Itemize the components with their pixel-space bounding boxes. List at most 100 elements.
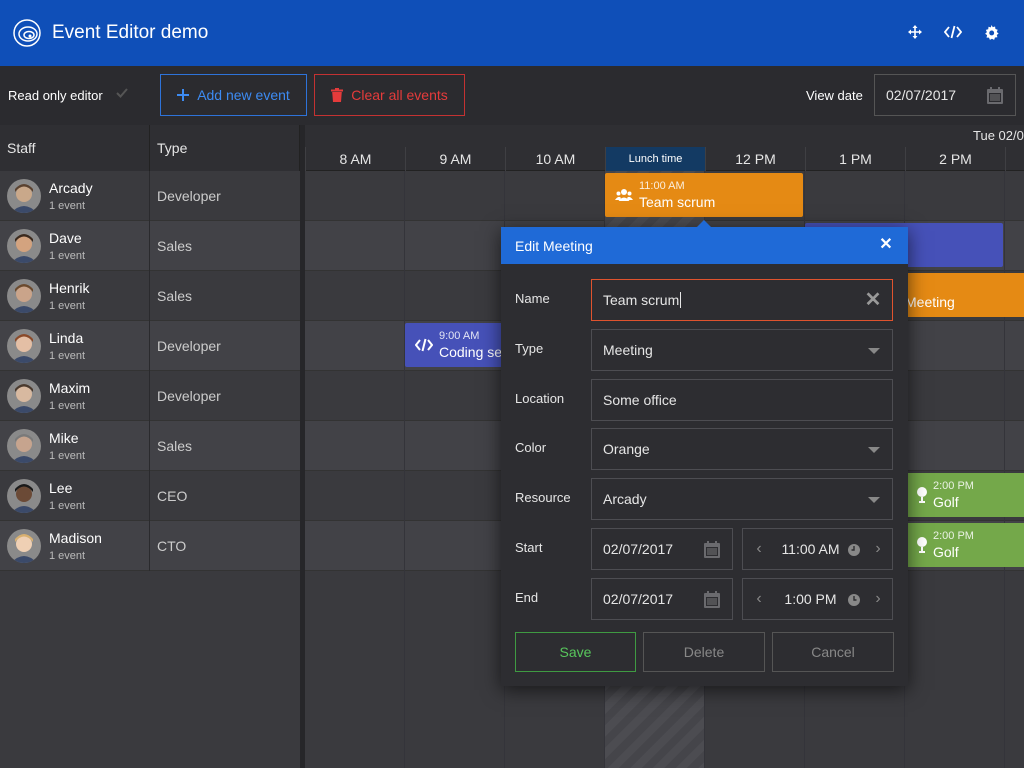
event-time: 9:00 AM bbox=[439, 330, 480, 342]
date-header-label: Tue 02/07/2017 bbox=[973, 128, 1024, 143]
add-event-button[interactable]: Add new event bbox=[160, 74, 307, 116]
avatar bbox=[7, 479, 41, 513]
start-date-field[interactable]: 02/07/2017 bbox=[591, 528, 733, 570]
table-row[interactable]: Linda 1 event Developer bbox=[0, 321, 300, 371]
dialog-header: Edit Meeting ✕ bbox=[501, 227, 908, 264]
clear-icon[interactable]: ✕ bbox=[864, 290, 882, 310]
chevron-left-icon[interactable]: ‹ bbox=[751, 541, 767, 557]
table-row[interactable]: Dave 1 event Sales bbox=[0, 221, 300, 271]
dialog-anchor-arrow bbox=[697, 220, 711, 227]
code-icon bbox=[415, 338, 433, 352]
clock-icon bbox=[848, 544, 860, 556]
staff-event-count: 1 event bbox=[49, 300, 86, 312]
view-date-value: 02/07/2017 bbox=[886, 87, 957, 103]
time-header-cell: 1 PM bbox=[805, 147, 905, 171]
table-row[interactable]: Henrik 1 event Sales bbox=[0, 271, 300, 321]
end-date-field[interactable]: 02/07/2017 bbox=[591, 578, 733, 620]
calendar-icon[interactable] bbox=[704, 591, 720, 608]
staff-event-count: 1 event bbox=[49, 250, 86, 262]
staff-type: Developer bbox=[157, 338, 221, 354]
delete-button[interactable]: Delete bbox=[643, 632, 765, 672]
resource-select[interactable]: Arcady bbox=[591, 478, 893, 520]
type-label: Type bbox=[515, 341, 544, 356]
staff-name: Henrik bbox=[49, 280, 90, 296]
staff-column-header[interactable]: Staff bbox=[0, 125, 150, 171]
start-label: Start bbox=[515, 540, 543, 555]
event-time: 11:00 AM bbox=[639, 180, 685, 192]
staff-type: Developer bbox=[157, 188, 221, 204]
clock-icon bbox=[848, 594, 860, 606]
staff-name: Lee bbox=[49, 480, 73, 496]
color-select[interactable]: Orange bbox=[591, 428, 893, 470]
table-row[interactable]: Madison 1 event CTO bbox=[0, 521, 300, 571]
move-icon[interactable] bbox=[906, 23, 924, 41]
staff-name: Arcady bbox=[49, 180, 93, 196]
name-field[interactable]: Team scrum ✕ bbox=[591, 279, 893, 321]
chevron-down-icon[interactable] bbox=[868, 348, 880, 354]
app-header: Event Editor demo bbox=[0, 0, 1024, 66]
calendar-icon[interactable] bbox=[987, 87, 1003, 104]
staff-type: Sales bbox=[157, 438, 193, 454]
staff-name: Madison bbox=[49, 530, 102, 546]
event-name: Golf bbox=[933, 544, 959, 560]
staff-name: Linda bbox=[49, 330, 84, 346]
staff-name: Mike bbox=[49, 430, 79, 446]
table-row[interactable]: Maxim 1 event Developer bbox=[0, 371, 300, 421]
end-time-value: 1:00 PM bbox=[784, 591, 837, 607]
type-column-header[interactable]: Type bbox=[150, 125, 300, 171]
clear-events-button[interactable]: Clear all events bbox=[314, 74, 465, 116]
avatar bbox=[7, 429, 41, 463]
lunch-time-header: Lunch time bbox=[605, 147, 705, 171]
save-button[interactable]: Save bbox=[515, 632, 636, 672]
gear-icon[interactable] bbox=[982, 23, 1000, 41]
time-header-cell: 8 AM bbox=[305, 147, 405, 171]
staff-type: Developer bbox=[157, 388, 221, 404]
staff-event-count: 1 event bbox=[49, 350, 86, 362]
event-team-scrum[interactable]: 11:00 AM Team scrum bbox=[605, 173, 803, 217]
time-header-cell bbox=[1005, 147, 1024, 171]
avatar bbox=[7, 179, 41, 213]
read-only-checkbox[interactable] bbox=[115, 86, 129, 100]
staff-name: Maxim bbox=[49, 380, 91, 396]
staff-name: Dave bbox=[49, 230, 82, 246]
chevron-left-icon[interactable]: ‹ bbox=[751, 591, 767, 607]
golf-icon bbox=[917, 487, 927, 503]
avatar bbox=[7, 529, 41, 563]
code-icon[interactable] bbox=[944, 23, 962, 41]
avatar bbox=[7, 279, 41, 313]
start-time-field[interactable]: ‹ 11:00 AM › bbox=[742, 528, 893, 570]
staff-type: Sales bbox=[157, 288, 193, 304]
staff-event-count: 1 event bbox=[49, 450, 86, 462]
color-value: Orange bbox=[603, 441, 650, 457]
logo-icon bbox=[13, 19, 41, 47]
users-icon bbox=[615, 189, 633, 201]
type-select[interactable]: Meeting bbox=[591, 329, 893, 371]
type-value: Meeting bbox=[603, 342, 653, 358]
name-label: Name bbox=[515, 291, 550, 306]
table-row[interactable]: Lee 1 event CEO bbox=[0, 471, 300, 521]
time-header-cell: 9 AM bbox=[405, 147, 505, 171]
event-golf-madison[interactable]: 2:00 PM Golf bbox=[905, 523, 1024, 567]
name-value: Team scrum bbox=[603, 292, 680, 308]
chevron-down-icon[interactable] bbox=[868, 447, 880, 453]
end-time-field[interactable]: ‹ 1:00 PM › bbox=[742, 578, 893, 620]
end-date-value: 02/07/2017 bbox=[603, 591, 674, 607]
table-row[interactable]: Mike 1 event Sales bbox=[0, 421, 300, 471]
event-name: Team scrum bbox=[639, 194, 716, 210]
dialog-title: Edit Meeting bbox=[515, 238, 593, 254]
cancel-button[interactable]: Cancel bbox=[772, 632, 894, 672]
staff-event-count: 1 event bbox=[49, 200, 86, 212]
chevron-down-icon[interactable] bbox=[868, 497, 880, 503]
end-label: End bbox=[515, 590, 539, 605]
read-only-label: Read only editor bbox=[8, 88, 103, 103]
table-row[interactable]: Arcady 1 event Developer bbox=[0, 171, 300, 221]
chevron-right-icon[interactable]: › bbox=[870, 591, 886, 607]
calendar-icon[interactable] bbox=[704, 541, 720, 558]
view-date-label: View date bbox=[806, 88, 863, 103]
close-icon[interactable]: ✕ bbox=[878, 237, 894, 253]
chevron-right-icon[interactable]: › bbox=[870, 541, 886, 557]
event-golf-lee[interactable]: 2:00 PM Golf bbox=[905, 473, 1024, 517]
view-date-field[interactable]: 02/07/2017 bbox=[874, 74, 1016, 116]
staff-event-count: 1 event bbox=[49, 500, 86, 512]
location-field[interactable]: Some office bbox=[591, 379, 893, 421]
